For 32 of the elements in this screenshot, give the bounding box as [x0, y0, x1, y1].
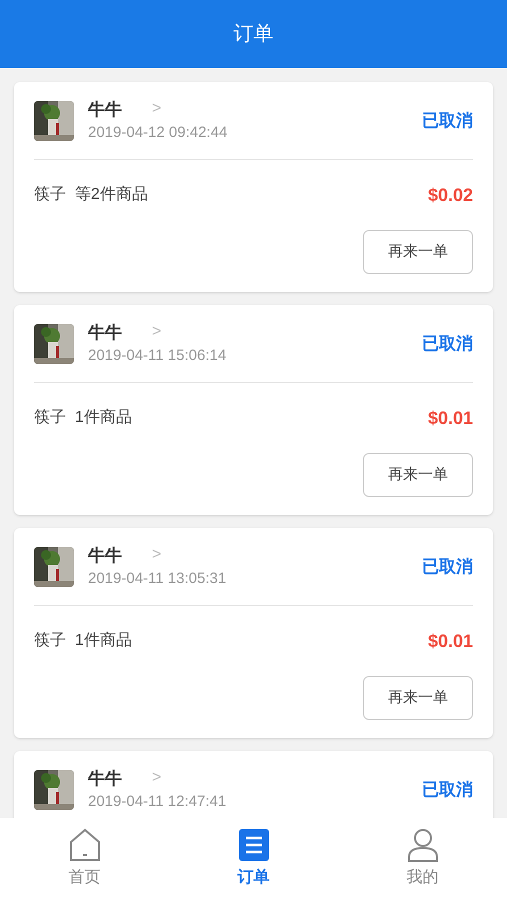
shop-name[interactable]: 牛牛 — [88, 96, 122, 122]
order-price: $0.01 — [428, 630, 473, 652]
tab[interactable]: 订单 — [169, 818, 338, 900]
order-price: $0.01 — [428, 406, 473, 430]
shop-name[interactable]: 牛牛 — [88, 542, 122, 568]
order-status: 已取消 — [422, 778, 473, 801]
home-icon — [68, 828, 100, 862]
order-time: 2019-04-11 15:06:14 — [88, 346, 228, 366]
chevron-icon: > — [152, 320, 162, 344]
chevron-icon: > — [152, 543, 162, 568]
shop-name[interactable]: 牛牛 — [88, 320, 122, 345]
page-title: 订单 — [234, 22, 274, 47]
order-status: 已取消 — [422, 332, 473, 355]
reorder-button[interactable]: 再来一单 — [363, 676, 473, 720]
order-items: 筷子 1件商品 — [34, 630, 132, 651]
order-status: 已取消 — [422, 110, 473, 132]
order-time: 2019-04-11 13:05:31 — [88, 569, 228, 589]
reorder-button[interactable]: 再来一单 — [363, 453, 473, 497]
tab[interactable]: 首页 — [0, 818, 169, 900]
chevron-icon: > — [152, 97, 162, 122]
order-price: $0.02 — [428, 184, 473, 206]
list-icon — [238, 828, 270, 862]
order-time: 2019-04-11 12:47:41 — [88, 792, 228, 812]
order-time: 2019-04-12 09:42:44 — [88, 123, 228, 143]
order-items: 筷子 等2件商品 — [34, 184, 148, 205]
reorder-button[interactable]: 再来一单 — [363, 230, 473, 274]
user-icon — [406, 828, 438, 862]
tab[interactable]: 我的 — [338, 818, 507, 900]
shop-name[interactable]: 牛牛 — [88, 766, 122, 791]
order-status: 已取消 — [422, 556, 473, 578]
order-items: 筷子 1件商品 — [34, 408, 132, 428]
chevron-icon: > — [152, 766, 162, 790]
